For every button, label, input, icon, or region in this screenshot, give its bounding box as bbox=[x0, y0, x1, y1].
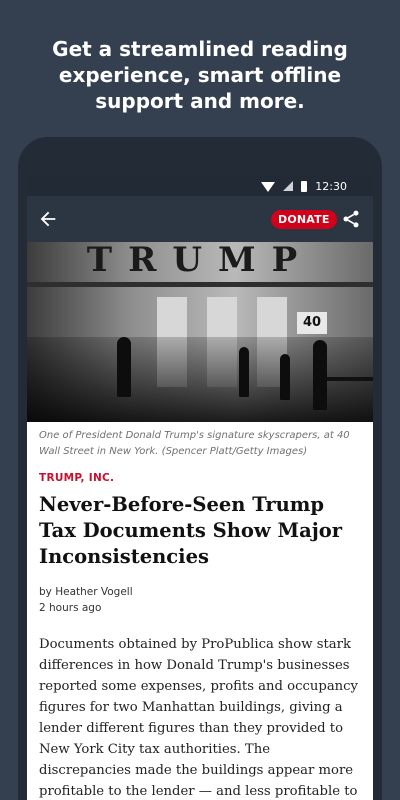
article-body: Documents obtained by ProPublica show st… bbox=[39, 637, 359, 799]
app-screen: 12:30 DONATE TRUMP 40 One of President D… bbox=[27, 176, 373, 800]
promo-heading: Get a streamlined reading experience, sm… bbox=[0, 36, 400, 114]
article-headline: Never-Before-Seen Trump Tax Documents Sh… bbox=[39, 493, 343, 568]
article-kicker[interactable]: TRUMP, INC. bbox=[39, 472, 373, 484]
arrow-left-icon[interactable] bbox=[37, 208, 59, 230]
publish-time: 2 hours ago bbox=[39, 602, 102, 614]
signal-icon bbox=[283, 181, 294, 191]
photo-person bbox=[280, 354, 290, 400]
photo-railing bbox=[327, 377, 373, 381]
article-byline: by Heather Vogell 2 hours ago bbox=[39, 584, 373, 616]
photo-person bbox=[117, 337, 131, 397]
battery-icon bbox=[301, 180, 308, 192]
promo-line-1: Get a streamlined reading bbox=[52, 37, 348, 61]
photo-number-plate: 40 bbox=[297, 312, 327, 334]
status-time: 12:30 bbox=[315, 179, 347, 193]
promo-line-3: support and more. bbox=[95, 89, 305, 113]
author-name[interactable]: by Heather Vogell bbox=[39, 584, 373, 600]
promo-line-2: experience, smart offline bbox=[58, 63, 342, 87]
app-toolbar: DONATE bbox=[27, 196, 373, 242]
photo-band bbox=[27, 282, 373, 287]
article-photo: TRUMP 40 bbox=[27, 242, 373, 422]
status-bar: 12:30 bbox=[27, 176, 373, 196]
photo-person bbox=[239, 347, 249, 397]
share-icon[interactable] bbox=[341, 208, 361, 230]
photo-sign-text: TRUMP bbox=[86, 242, 314, 280]
donate-button[interactable]: DONATE bbox=[271, 210, 337, 229]
photo-person bbox=[313, 340, 327, 410]
wifi-icon bbox=[261, 182, 276, 192]
photo-caption: One of President Donald Trump's signatur… bbox=[39, 430, 350, 457]
